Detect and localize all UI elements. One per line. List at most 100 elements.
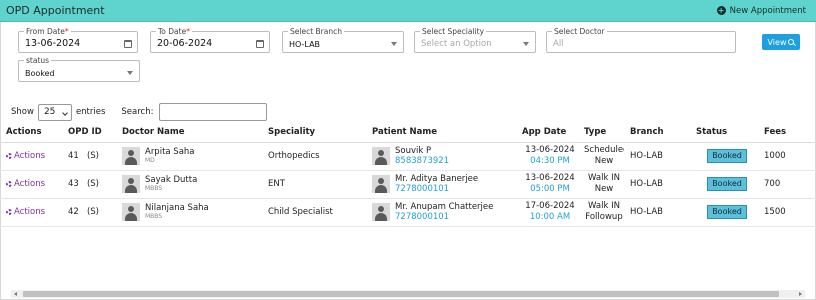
- entries-value: 25: [43, 107, 56, 117]
- type-line2: New: [594, 184, 614, 194]
- from-date-value: 13-06-2024: [25, 38, 81, 49]
- opd-suffix: (S): [86, 151, 99, 161]
- branch: HO-LAB: [624, 142, 690, 171]
- branch-label: Select Branch: [290, 27, 342, 36]
- speciality-placeholder: Select an Option: [421, 39, 492, 49]
- branch: HO-LAB: [624, 170, 690, 199]
- col-type[interactable]: Type: [578, 122, 624, 143]
- col-status[interactable]: Status: [690, 122, 758, 143]
- to-date-label: To Date: [158, 27, 187, 36]
- table-row: Actions 41 (S) Arpita Saha MD Orthopedics…: [0, 142, 816, 171]
- col-branch[interactable]: Branch: [624, 122, 690, 143]
- caret-down-icon: [127, 71, 133, 75]
- speciality: Orthopedics: [262, 142, 366, 171]
- branch-select[interactable]: Select Branch HO-LAB: [282, 28, 404, 53]
- patient-name: Mr. Anupam Chatterjee: [395, 202, 494, 212]
- calendar-icon[interactable]: [256, 40, 264, 48]
- type-line2: Followup: [585, 212, 623, 222]
- entries-select[interactable]: 25: [37, 103, 72, 121]
- branch: HO-LAB: [624, 198, 690, 227]
- to-date-value: 20-06-2024: [157, 38, 213, 49]
- fees: 1000: [758, 142, 816, 171]
- actions-label: Actions: [14, 150, 46, 161]
- patient-phone: 7278000101: [395, 184, 450, 194]
- type-line1: Scheduled: [584, 145, 624, 155]
- type-line1: Walk IN: [588, 173, 620, 183]
- calendar-icon[interactable]: [124, 40, 132, 48]
- speciality: Child Specialist: [262, 198, 366, 227]
- arrow-left-icon[interactable]: [14, 292, 17, 296]
- app-date: 13-06-2024: [525, 145, 575, 155]
- patient-name: Souvik P: [395, 146, 432, 156]
- to-date-field[interactable]: To Date* 20-06-2024: [150, 28, 270, 53]
- doctor-degree: MD: [145, 157, 155, 164]
- patient-phone: 7278000101: [395, 212, 450, 222]
- doctor-avatar-icon: [122, 175, 140, 193]
- actions-menu[interactable]: Actions: [6, 207, 45, 217]
- gear-icon: [6, 152, 12, 159]
- col-app-date[interactable]: App Date: [516, 122, 578, 143]
- actions-label: Actions: [14, 178, 46, 189]
- actions-menu[interactable]: Actions: [6, 179, 45, 189]
- new-appointment-button[interactable]: + New Appointment: [716, 5, 806, 16]
- actions-menu[interactable]: Actions: [6, 151, 45, 161]
- status-select[interactable]: status Booked: [18, 57, 140, 82]
- app-time: 10:00 AM: [529, 212, 571, 222]
- horizontal-scrollbar[interactable]: [11, 290, 805, 298]
- app-time: 04:30 PM: [530, 156, 570, 166]
- scrollbar-thumb[interactable]: [23, 291, 779, 297]
- col-speciality[interactable]: Speciality: [262, 122, 366, 143]
- speciality: ENT: [262, 170, 366, 199]
- col-doctor-name[interactable]: Doctor Name: [116, 122, 262, 143]
- search-label: Search:: [121, 107, 154, 117]
- arrow-right-icon[interactable]: [799, 292, 802, 296]
- caret-down-icon: [523, 42, 529, 46]
- from-date-label: From Date: [26, 27, 65, 36]
- speciality-label: Select Speciality: [422, 27, 485, 36]
- status-value: Booked: [25, 69, 55, 78]
- doctor-label: Select Doctor: [554, 27, 605, 36]
- plus-circle-icon: +: [716, 6, 726, 15]
- table-row: Actions 42 (S) Nilanjana Saha MBBS Child …: [0, 198, 816, 227]
- opd-suffix: (S): [86, 179, 99, 189]
- opd-id: 42: [68, 207, 79, 217]
- doctor-degree: MBBS: [145, 213, 163, 220]
- status-badge: Booked: [707, 205, 747, 219]
- opd-suffix: (S): [86, 207, 99, 217]
- app-time: 05:00 PM: [530, 184, 570, 194]
- status-badge: Booked: [707, 149, 747, 163]
- chevron-down-icon: [62, 109, 68, 116]
- col-fees[interactable]: Fees: [758, 122, 816, 143]
- show-label: Show: [11, 107, 34, 117]
- app-date: 13-06-2024: [525, 173, 575, 183]
- doctor-select[interactable]: Select Doctor All: [546, 28, 736, 53]
- fees: 1500: [758, 198, 816, 227]
- view-button[interactable]: View: [762, 34, 800, 50]
- branch-value: HO-LAB: [289, 40, 321, 49]
- col-actions[interactable]: Actions: [0, 122, 62, 143]
- caret-down-icon: [391, 42, 397, 46]
- page-title: OPD Appointment: [6, 4, 105, 17]
- col-opd-id[interactable]: OPD ID: [62, 122, 116, 143]
- doctor-name: Nilanjana Saha: [145, 203, 209, 213]
- doctor-avatar-icon: [122, 203, 140, 221]
- gear-icon: [6, 180, 12, 187]
- table-row: Actions 43 (S) Sayak Dutta MBBS ENT Mr. A…: [0, 170, 816, 199]
- speciality-select[interactable]: Select Speciality Select an Option: [414, 28, 536, 53]
- gear-icon: [6, 208, 12, 215]
- patient-avatar-icon: [372, 203, 390, 221]
- page-header: OPD Appointment + New Appointment: [0, 0, 816, 22]
- status-badge: Booked: [707, 177, 747, 191]
- doctor-avatar-icon: [122, 147, 140, 165]
- patient-name: Mr. Aditya Banerjee: [395, 174, 479, 184]
- doctor-name: Sayak Dutta: [145, 175, 198, 185]
- from-date-field[interactable]: From Date* 13-06-2024: [18, 28, 138, 53]
- col-patient-name[interactable]: Patient Name: [366, 122, 516, 143]
- new-appointment-label: New Appointment: [729, 5, 806, 16]
- opd-id: 43: [68, 179, 79, 189]
- doctor-degree: MBBS: [145, 185, 163, 192]
- search-input[interactable]: [159, 103, 268, 121]
- status-label: status: [26, 56, 50, 65]
- entries-label: entries: [75, 107, 106, 117]
- patient-avatar-icon: [372, 147, 390, 165]
